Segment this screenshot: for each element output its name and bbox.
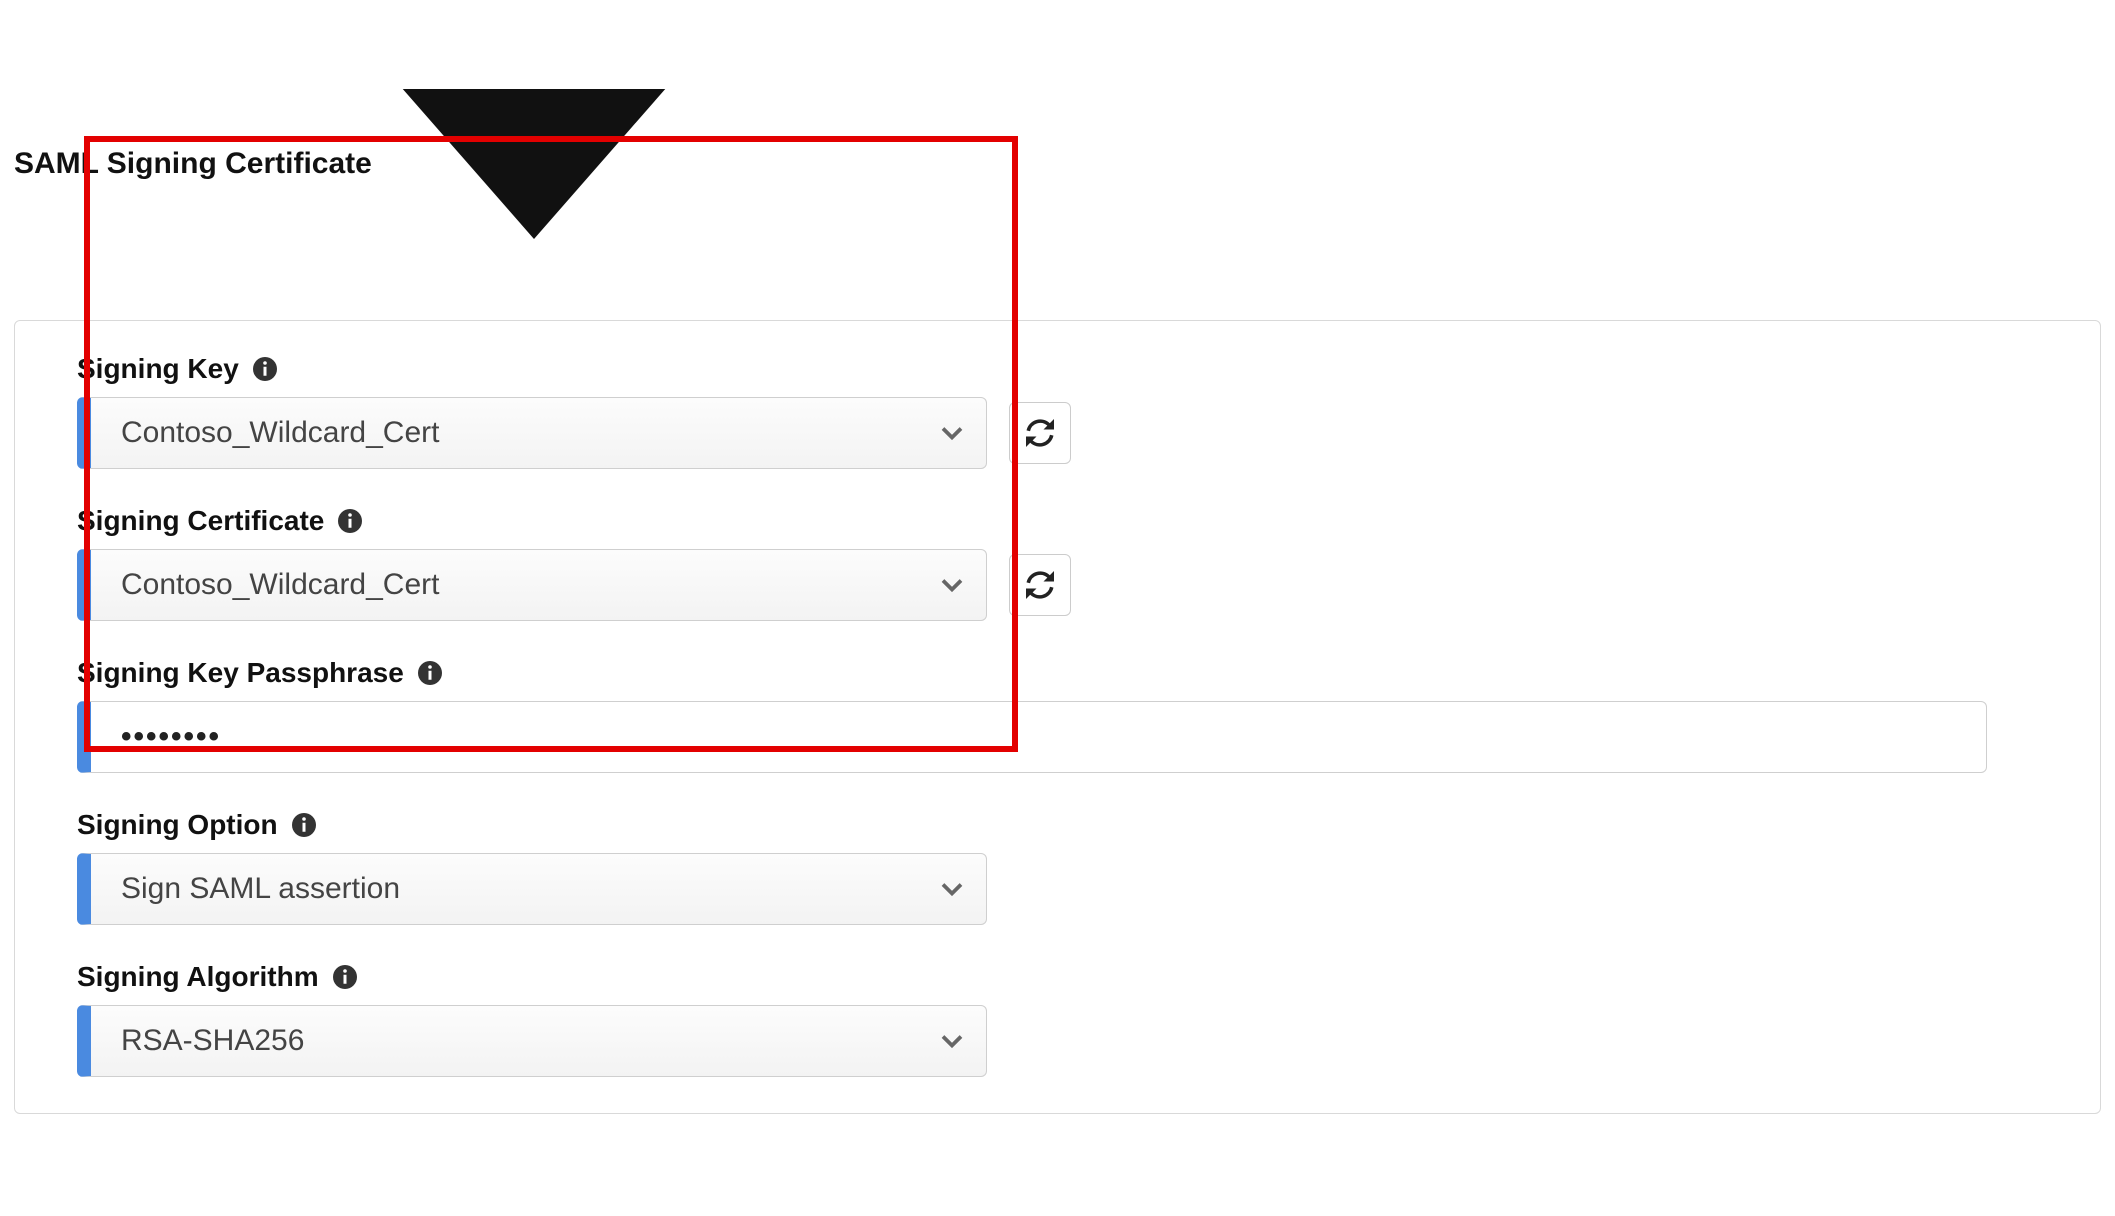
info-icon[interactable] (253, 357, 277, 381)
saml-signing-panel: Signing Key Contoso_Wildcard_Cert (14, 320, 2101, 1114)
chevron-down-icon (940, 573, 964, 597)
signing-key-value: Contoso_Wildcard_Cert (121, 416, 439, 450)
chevron-down-icon (940, 421, 964, 445)
signing-key-label: Signing Key (77, 353, 239, 385)
chevron-down-icon (940, 1029, 964, 1053)
signing-certificate-refresh-button[interactable] (1009, 554, 1071, 616)
signing-option-group: Signing Option Sign SAML assertion (77, 809, 2038, 925)
signing-key-passphrase-input[interactable]: •••••••• (77, 701, 1987, 773)
info-icon[interactable] (333, 965, 357, 989)
signing-algorithm-label: Signing Algorithm (77, 961, 319, 993)
passphrase-masked-value: •••••••• (121, 720, 221, 754)
refresh-icon (1026, 571, 1054, 599)
info-icon[interactable] (292, 813, 316, 837)
signing-key-select[interactable]: Contoso_Wildcard_Cert (77, 397, 987, 469)
signing-key-refresh-button[interactable] (1009, 402, 1071, 464)
signing-option-select[interactable]: Sign SAML assertion (77, 853, 987, 925)
signing-key-passphrase-label: Signing Key Passphrase (77, 657, 404, 689)
signing-algorithm-value: RSA-SHA256 (121, 1024, 304, 1058)
caret-down-icon (384, 14, 684, 314)
chevron-down-icon (940, 877, 964, 901)
section-title-text: SAML Signing Certificate (14, 147, 372, 181)
signing-certificate-label: Signing Certificate (77, 505, 324, 537)
signing-option-value: Sign SAML assertion (121, 872, 400, 906)
signing-algorithm-select[interactable]: RSA-SHA256 (77, 1005, 987, 1077)
signing-certificate-value: Contoso_Wildcard_Cert (121, 568, 439, 602)
info-icon[interactable] (418, 661, 442, 685)
section-header[interactable]: SAML Signing Certificate (14, 14, 2101, 320)
info-icon[interactable] (338, 509, 362, 533)
signing-algorithm-group: Signing Algorithm RSA-SHA256 (77, 961, 2038, 1077)
signing-key-group: Signing Key Contoso_Wildcard_Cert (77, 353, 2038, 469)
signing-option-label: Signing Option (77, 809, 278, 841)
refresh-icon (1026, 419, 1054, 447)
signing-certificate-select[interactable]: Contoso_Wildcard_Cert (77, 549, 987, 621)
signing-certificate-group: Signing Certificate Contoso_Wildcard_Cer… (77, 505, 2038, 621)
signing-key-passphrase-group: Signing Key Passphrase •••••••• (77, 657, 2038, 773)
